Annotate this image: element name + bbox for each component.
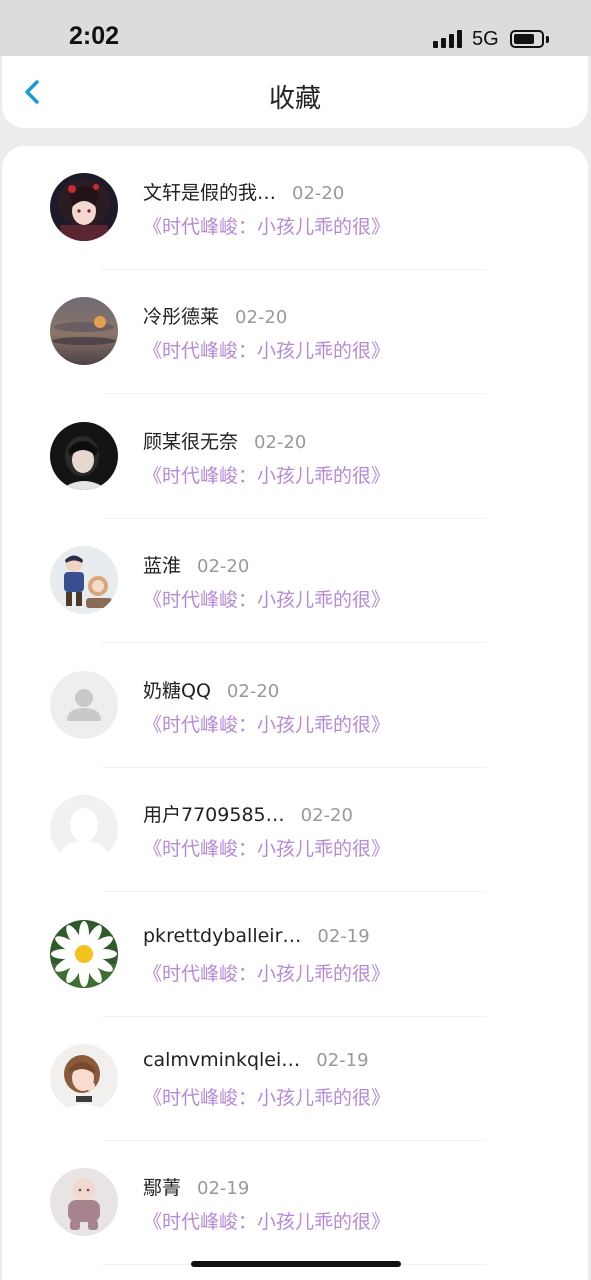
favorite-title[interactable]: 《时代峰峻：小孩儿乖的很》: [143, 212, 390, 239]
favorite-meta: 用户7709585… 02-20: [143, 800, 353, 827]
favorite-date: 02-20: [197, 556, 250, 577]
avatar[interactable]: [50, 1044, 118, 1112]
status-time: 2:02: [69, 22, 120, 50]
favorite-title[interactable]: 《时代峰峻：小孩儿乖的很》: [143, 1207, 390, 1234]
avatar[interactable]: [50, 920, 118, 988]
home-indicator[interactable]: [191, 1261, 401, 1267]
favorite-meta: 鄢菁 02-19: [143, 1173, 249, 1200]
favorite-date: 02-19: [317, 926, 370, 947]
favorite-row[interactable]: pkrettdyballeir… 02-19 《时代峰峻：小孩儿乖的很》: [2, 893, 588, 1017]
favorite-title[interactable]: 《时代峰峻：小孩儿乖的很》: [143, 585, 390, 612]
favorite-row[interactable]: calmvminkqlei… 02-19 《时代峰峻：小孩儿乖的很》: [2, 1017, 588, 1141]
favorite-title[interactable]: 《时代峰峻：小孩儿乖的很》: [143, 834, 390, 861]
divider: [102, 891, 487, 892]
user-name[interactable]: 用户7709585…: [143, 804, 285, 826]
user-name[interactable]: pkrettdyballeir…: [143, 925, 301, 947]
favorite-date: 02-20: [226, 681, 280, 702]
avatar[interactable]: [50, 546, 118, 614]
battery-icon: [510, 30, 544, 48]
favorite-date: 02-20: [300, 805, 353, 826]
favorite-row[interactable]: 顾某很无奈 02-20 《时代峰峻：小孩儿乖的很》: [2, 395, 588, 519]
avatar[interactable]: [50, 173, 118, 241]
status-bar: 2:02 5G: [0, 0, 591, 56]
favorite-row[interactable]: 文轩是假的我… 02-20 《时代峰峻：小孩儿乖的很》: [2, 146, 588, 270]
user-name[interactable]: 顾某很无奈: [143, 431, 238, 453]
user-name[interactable]: 文轩是假的我…: [143, 182, 276, 204]
page-title: 收藏: [268, 84, 321, 114]
favorite-row[interactable]: 蓝淮 02-20 《时代峰峻：小孩儿乖的很》: [2, 519, 588, 643]
favorite-title[interactable]: 《时代峰峻：小孩儿乖的很》: [143, 336, 390, 363]
favorite-row[interactable]: 用户7709585… 02-20 《时代峰峻：小孩儿乖的很》: [2, 768, 588, 892]
avatar[interactable]: [50, 297, 118, 365]
favorites-list: 文轩是假的我… 02-20 《时代峰峻：小孩儿乖的很》 冷彤德莱 02-20 《时代峰峻：…: [2, 146, 588, 1280]
user-name[interactable]: 奶糖QQ: [143, 680, 211, 702]
favorite-date: 02-20: [254, 432, 307, 453]
favorite-title[interactable]: 《时代峰峻：小孩儿乖的很》: [143, 1083, 390, 1110]
user-name[interactable]: 蓝淮: [143, 555, 181, 577]
favorite-date: 02-19: [316, 1050, 369, 1071]
favorite-meta: 蓝淮 02-20: [143, 551, 249, 578]
divider: [102, 642, 487, 643]
favorite-row[interactable]: 奶糖QQ 02-20 《时代峰峻：小孩儿乖的很》: [2, 644, 588, 768]
favorite-title[interactable]: 《时代峰峻：小孩儿乖的很》: [143, 959, 390, 986]
avatar[interactable]: [50, 1168, 118, 1236]
favorite-meta: pkrettdyballeir… 02-19: [143, 925, 370, 947]
favorite-meta: 奶糖QQ 02-20: [143, 676, 279, 703]
favorite-date: 02-20: [235, 307, 288, 328]
avatar[interactable]: [50, 422, 118, 490]
favorite-title[interactable]: 《时代峰峻：小孩儿乖的很》: [143, 710, 390, 737]
favorite-meta: 顾某很无奈 02-20: [143, 427, 306, 454]
favorite-row[interactable]: 鄢菁 02-19 《时代峰峻：小孩儿乖的很》: [2, 1141, 588, 1265]
divider: [102, 393, 487, 394]
user-name[interactable]: 冷彤德莱: [143, 306, 219, 328]
favorite-row[interactable]: 冷彤德莱 02-20 《时代峰峻：小孩儿乖的很》: [2, 270, 588, 394]
user-name[interactable]: 鄢菁: [143, 1177, 181, 1199]
avatar[interactable]: [50, 795, 118, 863]
avatar[interactable]: [50, 671, 118, 739]
nav-bar: 收藏: [2, 56, 588, 128]
favorite-meta: 文轩是假的我… 02-20: [143, 178, 344, 205]
user-name[interactable]: calmvminkqlei…: [143, 1049, 300, 1071]
battery-tip: [546, 36, 549, 43]
favorite-title[interactable]: 《时代峰峻：小孩儿乖的很》: [143, 461, 390, 488]
favorite-meta: 冷彤德莱 02-20: [143, 302, 287, 329]
favorite-date: 02-20: [292, 183, 345, 204]
favorite-meta: calmvminkqlei… 02-19: [143, 1049, 369, 1071]
network-type: 5G: [472, 28, 499, 50]
favorite-date: 02-19: [197, 1178, 250, 1199]
signal-icon: [433, 30, 463, 48]
